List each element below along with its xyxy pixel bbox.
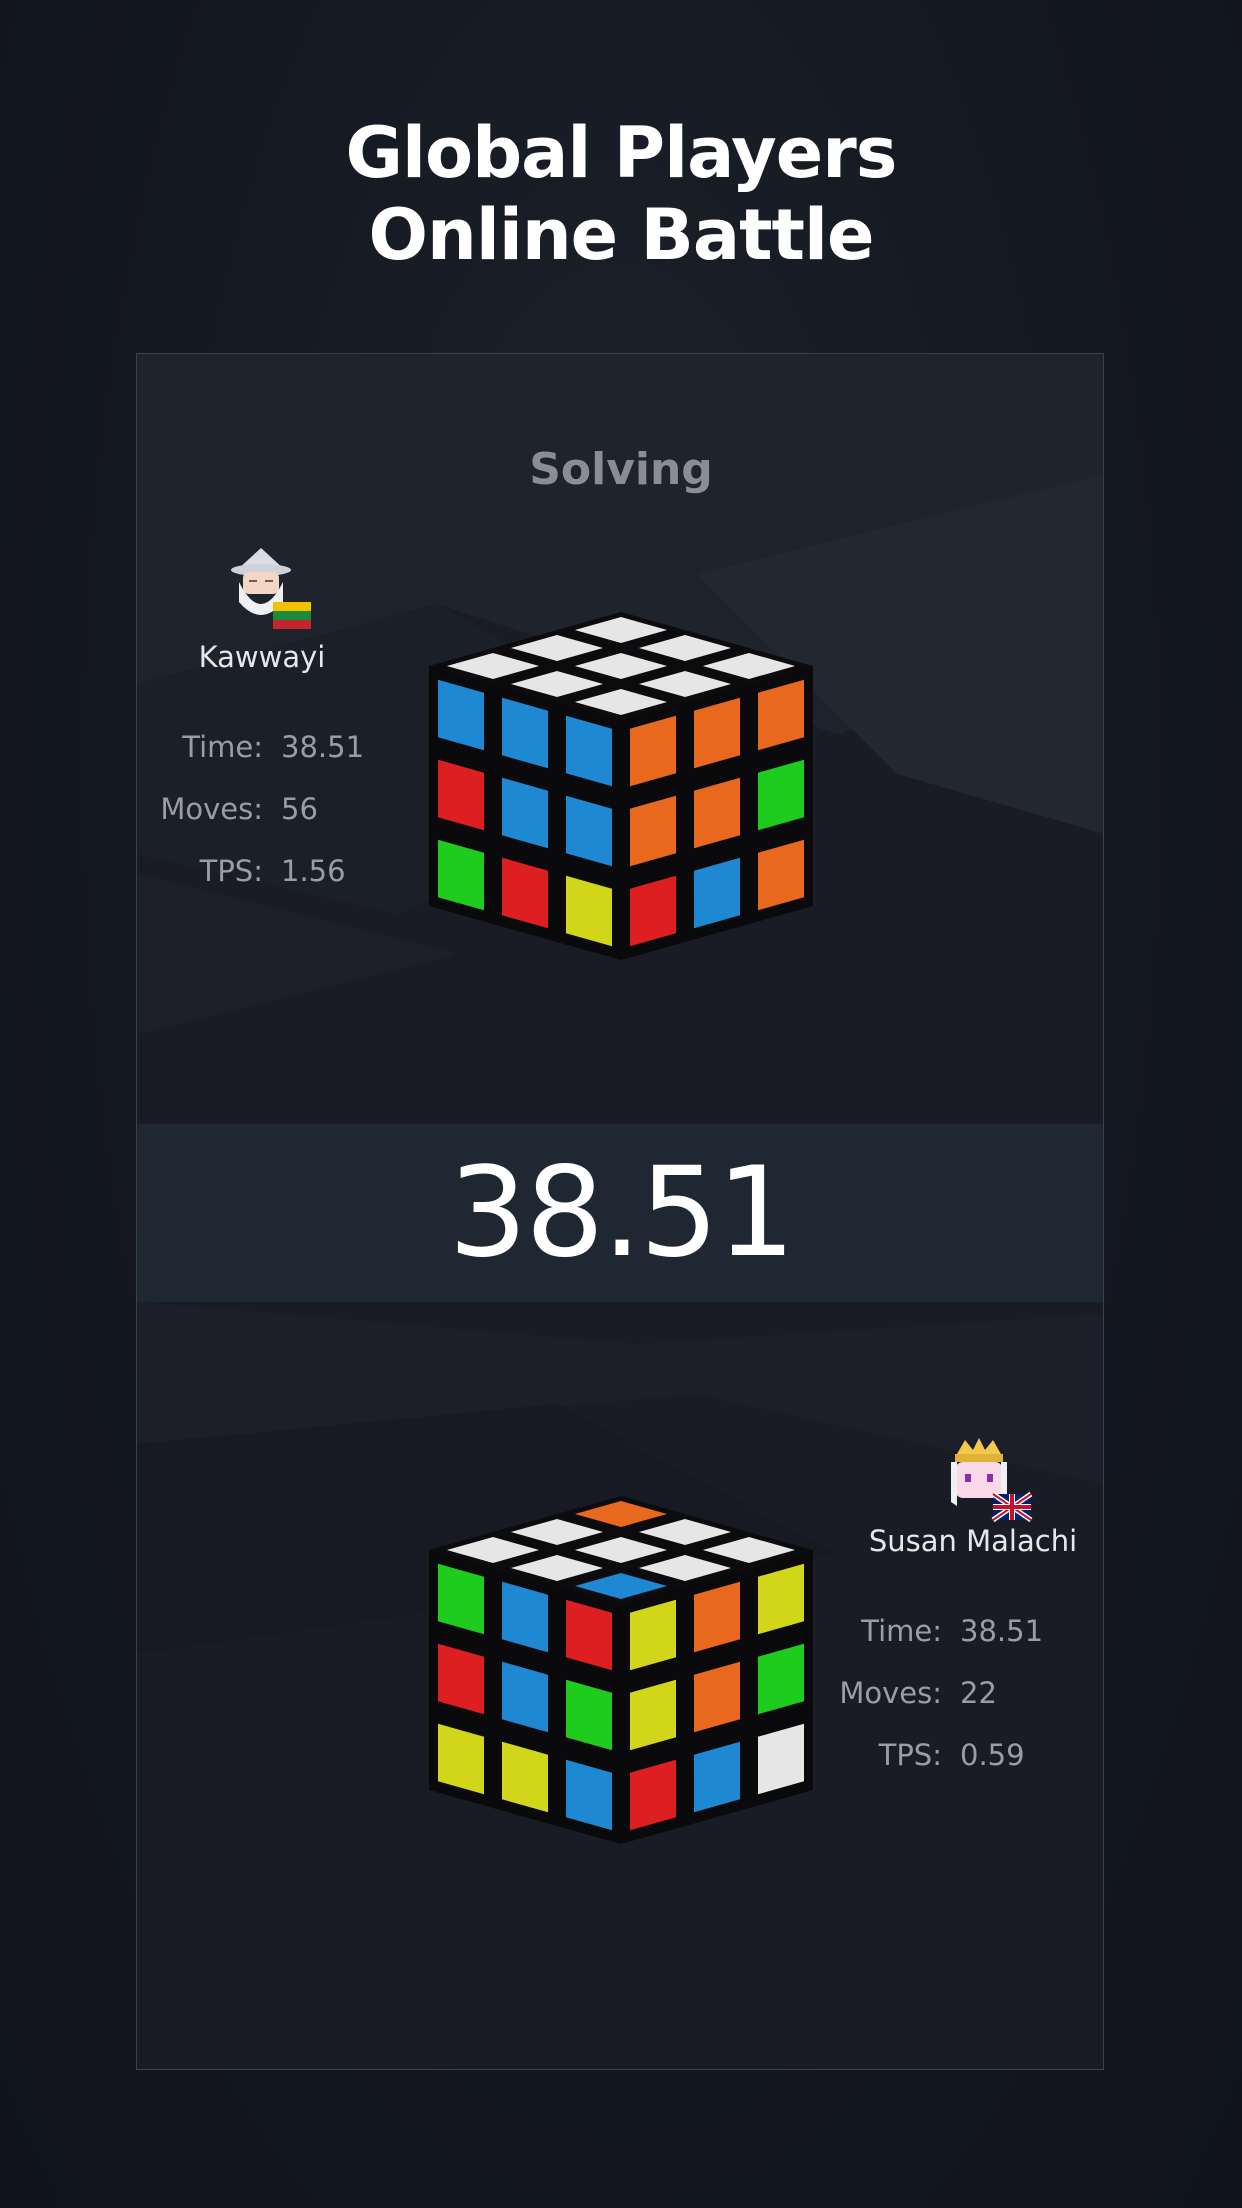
solving-status: Solving xyxy=(529,444,713,495)
player2-time-label: Time: xyxy=(861,1614,942,1648)
player1-moves-value: 56 xyxy=(281,792,318,826)
player2-tps-label: TPS: xyxy=(878,1738,942,1772)
player1-tps-stat: TPS: 1.56 xyxy=(200,854,346,888)
battle-timer: 38.51 xyxy=(448,1141,796,1285)
player1-name: Kawwayi xyxy=(198,640,326,674)
player2-name: Susan Malachi xyxy=(868,1524,1078,1558)
player2-moves-value: 22 xyxy=(960,1676,997,1710)
player1-tps-value: 1.56 xyxy=(281,854,346,888)
headline-line-2: Online Battle xyxy=(368,194,875,276)
player2-tps-stat: TPS: 0.59 xyxy=(879,1738,1025,1772)
player1-tps-label: TPS: xyxy=(199,854,263,888)
player1-moves-label: Moves: xyxy=(160,792,263,826)
player1-moves-stat: Moves: 56 xyxy=(160,792,318,826)
player1-time-stat: Time: 38.51 xyxy=(182,730,365,764)
headline: Global Players Online Battle xyxy=(0,112,1242,276)
player2-time-stat: Time: 38.51 xyxy=(861,1614,1044,1648)
wizard-avatar-icon xyxy=(231,548,311,629)
player2-time-value: 38.51 xyxy=(960,1614,1044,1648)
player2-tps-value: 0.59 xyxy=(960,1738,1025,1772)
timer-band: 38.51 xyxy=(137,1124,1103,1302)
player2-moves-label: Moves: xyxy=(839,1676,942,1710)
player1-cube xyxy=(429,612,813,960)
princess-avatar-icon xyxy=(951,1438,1033,1523)
player1-time-value: 38.51 xyxy=(281,730,365,764)
player2-cube xyxy=(429,1496,813,1844)
headline-line-1: Global Players xyxy=(345,112,898,194)
player1-time-label: Time: xyxy=(182,730,263,764)
battle-panel: Solving Kawwayi Time: 38.51 Moves: 56 TP… xyxy=(136,353,1104,2070)
player2-moves-stat: Moves: 22 xyxy=(839,1676,997,1710)
